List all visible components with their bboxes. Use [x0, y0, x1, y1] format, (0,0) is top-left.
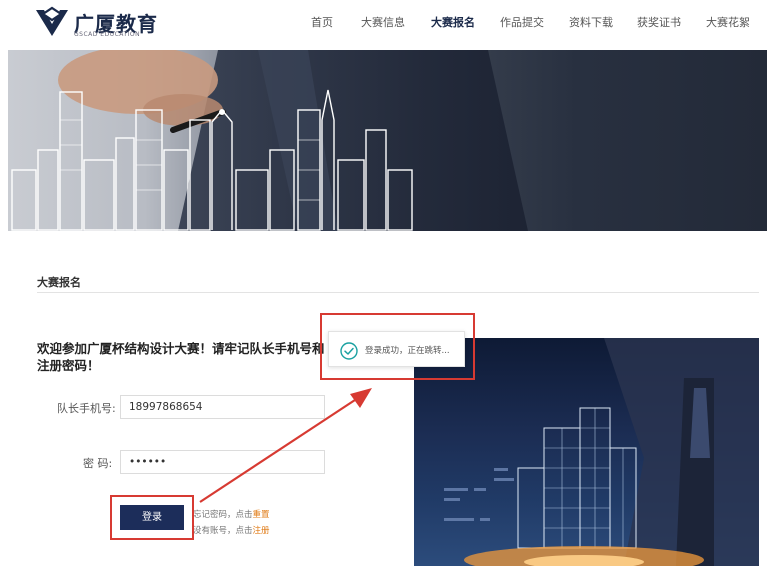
nav-item-downloads[interactable]: 资料下载	[569, 14, 613, 30]
nav-item-highlights[interactable]: 大赛花絮	[706, 14, 750, 30]
register-text: 没有账号，点击	[193, 526, 253, 536]
password-label: 密 码:	[83, 457, 113, 470]
header: 广厦教育 GSCAD EDUCATION 首页 大赛信息 大赛报名 作品提交 资…	[0, 0, 767, 48]
nav-item-home[interactable]: 首页	[311, 14, 333, 30]
login-highlight-box	[110, 495, 194, 540]
phone-label: 队长手机号:	[57, 402, 116, 415]
toast-highlight-box	[320, 313, 475, 380]
main-nav: 首页 大赛信息 大赛报名 作品提交 资料下载 获奖证书 大赛花絮	[0, 14, 767, 34]
section-divider	[37, 292, 759, 293]
section-title: 大赛报名	[37, 276, 81, 289]
nav-item-registration[interactable]: 大赛报名	[431, 14, 475, 30]
phone-input[interactable]: 18997868654	[120, 395, 325, 419]
hero-banner	[8, 50, 767, 231]
password-input[interactable]: ••••••	[120, 450, 325, 474]
nav-item-contest-info[interactable]: 大赛信息	[361, 14, 405, 30]
forgot-password-hint: 忘记密码，点击重置	[193, 508, 270, 520]
register-link[interactable]: 注册	[253, 526, 270, 536]
nav-item-certificates[interactable]: 获奖证书	[637, 14, 681, 30]
banner-illustration	[11, 50, 528, 231]
register-hint: 没有账号，点击注册	[193, 524, 270, 536]
forgot-password-text: 忘记密码，点击	[193, 510, 253, 520]
reset-password-link[interactable]: 重置	[253, 510, 270, 520]
welcome-message: 欢迎参加广厦杯结构设计大赛！请牢记队长手机号和注册密码！	[37, 341, 325, 373]
nav-item-submission[interactable]: 作品提交	[500, 14, 544, 30]
